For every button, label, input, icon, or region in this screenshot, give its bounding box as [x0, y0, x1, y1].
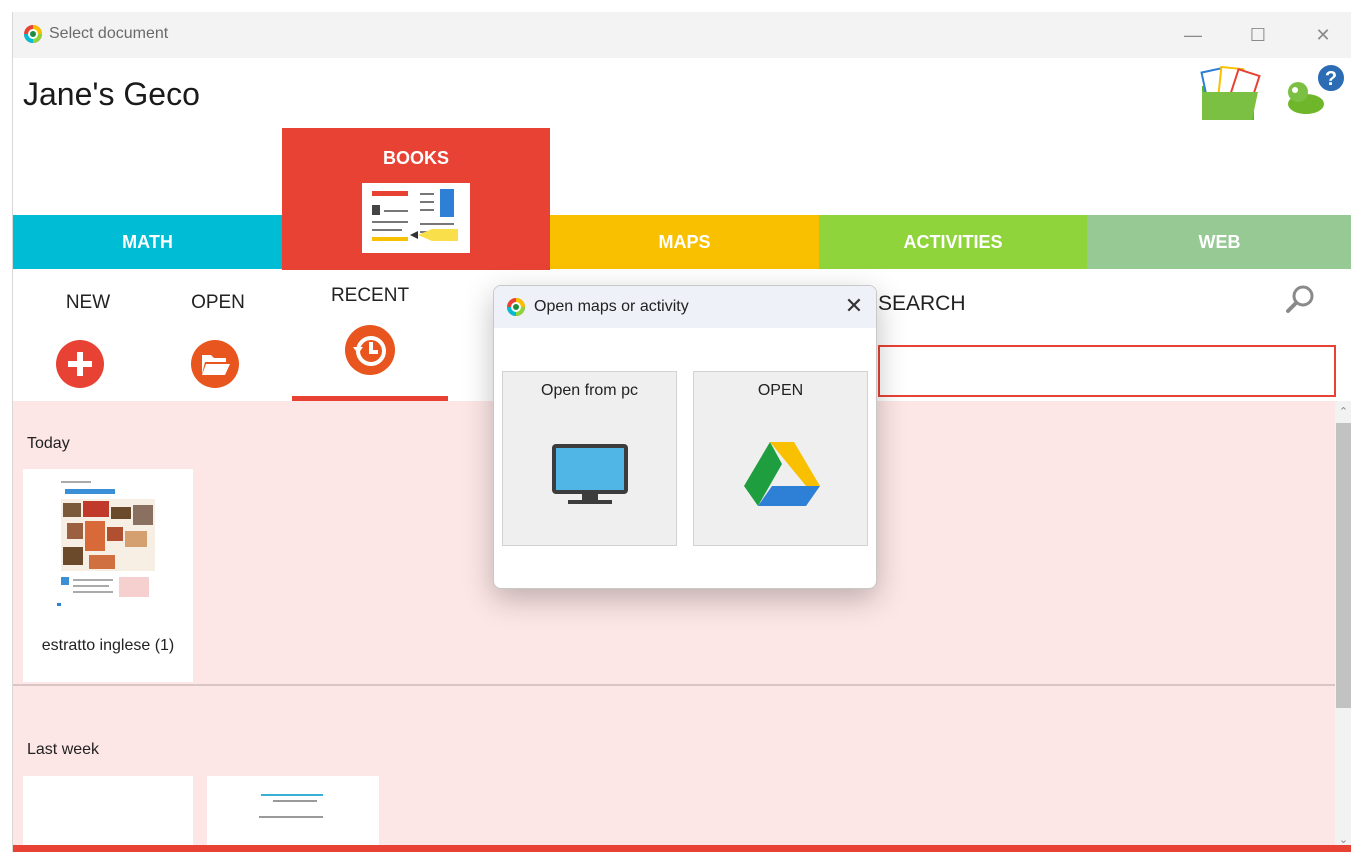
folder-icon[interactable] — [1198, 64, 1268, 122]
tab-books-label: BOOKS — [382, 148, 449, 168]
app-logo-icon — [507, 298, 525, 316]
open-button[interactable]: OPEN — [143, 270, 293, 398]
open-from-pc-label: Open from pc — [541, 382, 638, 399]
user-name-title: Jane's Geco — [23, 76, 200, 112]
tab-maps[interactable]: MAPS — [550, 215, 819, 269]
tab-activities[interactable]: ACTIVITIES — [819, 215, 1087, 269]
app-window: Select document — ☐ ✕ Jane's Geco ? MATH… — [12, 12, 1351, 852]
category-tabs: MATH MAPS ACTIVITIES WEB — [13, 215, 1351, 269]
search-icon[interactable] — [1285, 284, 1315, 314]
tab-maps-label: MAPS — [658, 232, 711, 252]
minimize-button[interactable]: — — [1178, 22, 1208, 48]
title-bar: Select document — ☐ ✕ — [13, 12, 1351, 58]
document-thumbnail — [259, 794, 323, 818]
document-title: estratto inglese (1) — [41, 637, 175, 654]
open-google-drive-button[interactable]: OPEN — [693, 371, 868, 546]
app-logo-icon — [24, 25, 42, 43]
open-maps-dialog: Open maps or activity ✕ Open from pc OPE… — [493, 285, 877, 589]
maximize-button[interactable]: ☐ — [1243, 22, 1273, 48]
search-label: SEARCH — [878, 292, 966, 315]
recent-label: RECENT — [330, 285, 410, 306]
close-window-button[interactable]: ✕ — [1308, 22, 1338, 48]
dialog-header: Open maps or activity ✕ — [494, 286, 876, 328]
content-scrollbar[interactable]: ⌃ ⌄ — [1335, 401, 1351, 852]
svg-text:?: ? — [1325, 68, 1337, 90]
section-divider — [13, 684, 1335, 686]
help-icon[interactable]: ? — [1278, 62, 1350, 122]
tab-math[interactable]: MATH — [13, 215, 282, 269]
recent-button[interactable]: RECENT — [295, 270, 445, 398]
plus-icon — [56, 340, 104, 388]
open-from-pc-button[interactable]: Open from pc — [502, 371, 677, 546]
document-thumbnail — [55, 477, 161, 611]
new-button[interactable]: NEW — [13, 270, 163, 398]
google-drive-icon — [744, 442, 820, 506]
document-card[interactable]: estratto inglese (1) — [23, 469, 193, 682]
open-drive-label: OPEN — [757, 382, 804, 399]
window-title: Select document — [49, 25, 169, 42]
section-today-label: Today — [27, 435, 70, 452]
new-label: NEW — [65, 292, 111, 313]
section-last-week-label: Last week — [27, 741, 100, 758]
document-card[interactable] — [207, 776, 379, 852]
book-icon — [362, 183, 470, 253]
tab-web-label: WEB — [1198, 232, 1241, 252]
folder-open-icon — [191, 340, 239, 388]
document-card[interactable] — [23, 776, 193, 852]
scroll-thumb[interactable] — [1336, 423, 1351, 708]
dialog-title: Open maps or activity — [534, 298, 689, 315]
history-icon — [345, 325, 395, 375]
tab-math-label: MATH — [122, 232, 173, 252]
scroll-up-icon[interactable]: ⌃ — [1335, 403, 1351, 421]
computer-monitor-icon — [552, 444, 628, 504]
dialog-close-button[interactable]: ✕ — [842, 294, 866, 318]
tab-books[interactable]: BOOKS — [282, 128, 550, 270]
tab-web[interactable]: WEB — [1087, 215, 1351, 269]
tab-activities-label: ACTIVITIES — [903, 232, 1003, 252]
search-input[interactable] — [878, 345, 1336, 397]
bottom-accent-bar — [13, 845, 1351, 852]
open-label: OPEN — [191, 292, 245, 313]
